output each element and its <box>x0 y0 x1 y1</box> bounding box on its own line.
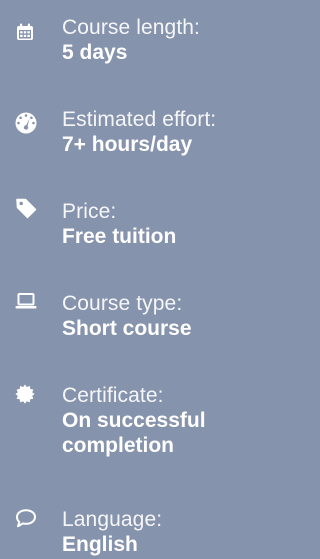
fact-label: Course type: <box>62 292 183 315</box>
fact-label: Price: <box>62 200 117 223</box>
calendar-icon <box>15 22 35 42</box>
speedometer-icon <box>15 112 37 134</box>
fact-value: 7+ hours/day <box>62 133 193 156</box>
fact-value: Free tuition <box>62 225 177 248</box>
fact-value: Short course <box>62 317 192 340</box>
fact-value: English <box>62 533 138 556</box>
speech-bubble-icon <box>15 508 37 528</box>
course-facts-list: Course length: 5 days Estimated effort: … <box>0 0 258 559</box>
certificate-badge-icon <box>15 384 35 404</box>
fact-value: 5 days <box>62 41 128 64</box>
fact-value-line-1: On successful <box>62 409 206 432</box>
fact-label: Certificate: <box>62 384 164 407</box>
fact-value-line-2: completion <box>62 434 175 457</box>
fact-label: Estimated effort: <box>62 108 217 131</box>
price-tag-icon <box>15 197 37 219</box>
laptop-icon <box>15 292 37 310</box>
fact-label: Course length: <box>62 16 200 39</box>
fact-label: Language: <box>62 508 163 531</box>
